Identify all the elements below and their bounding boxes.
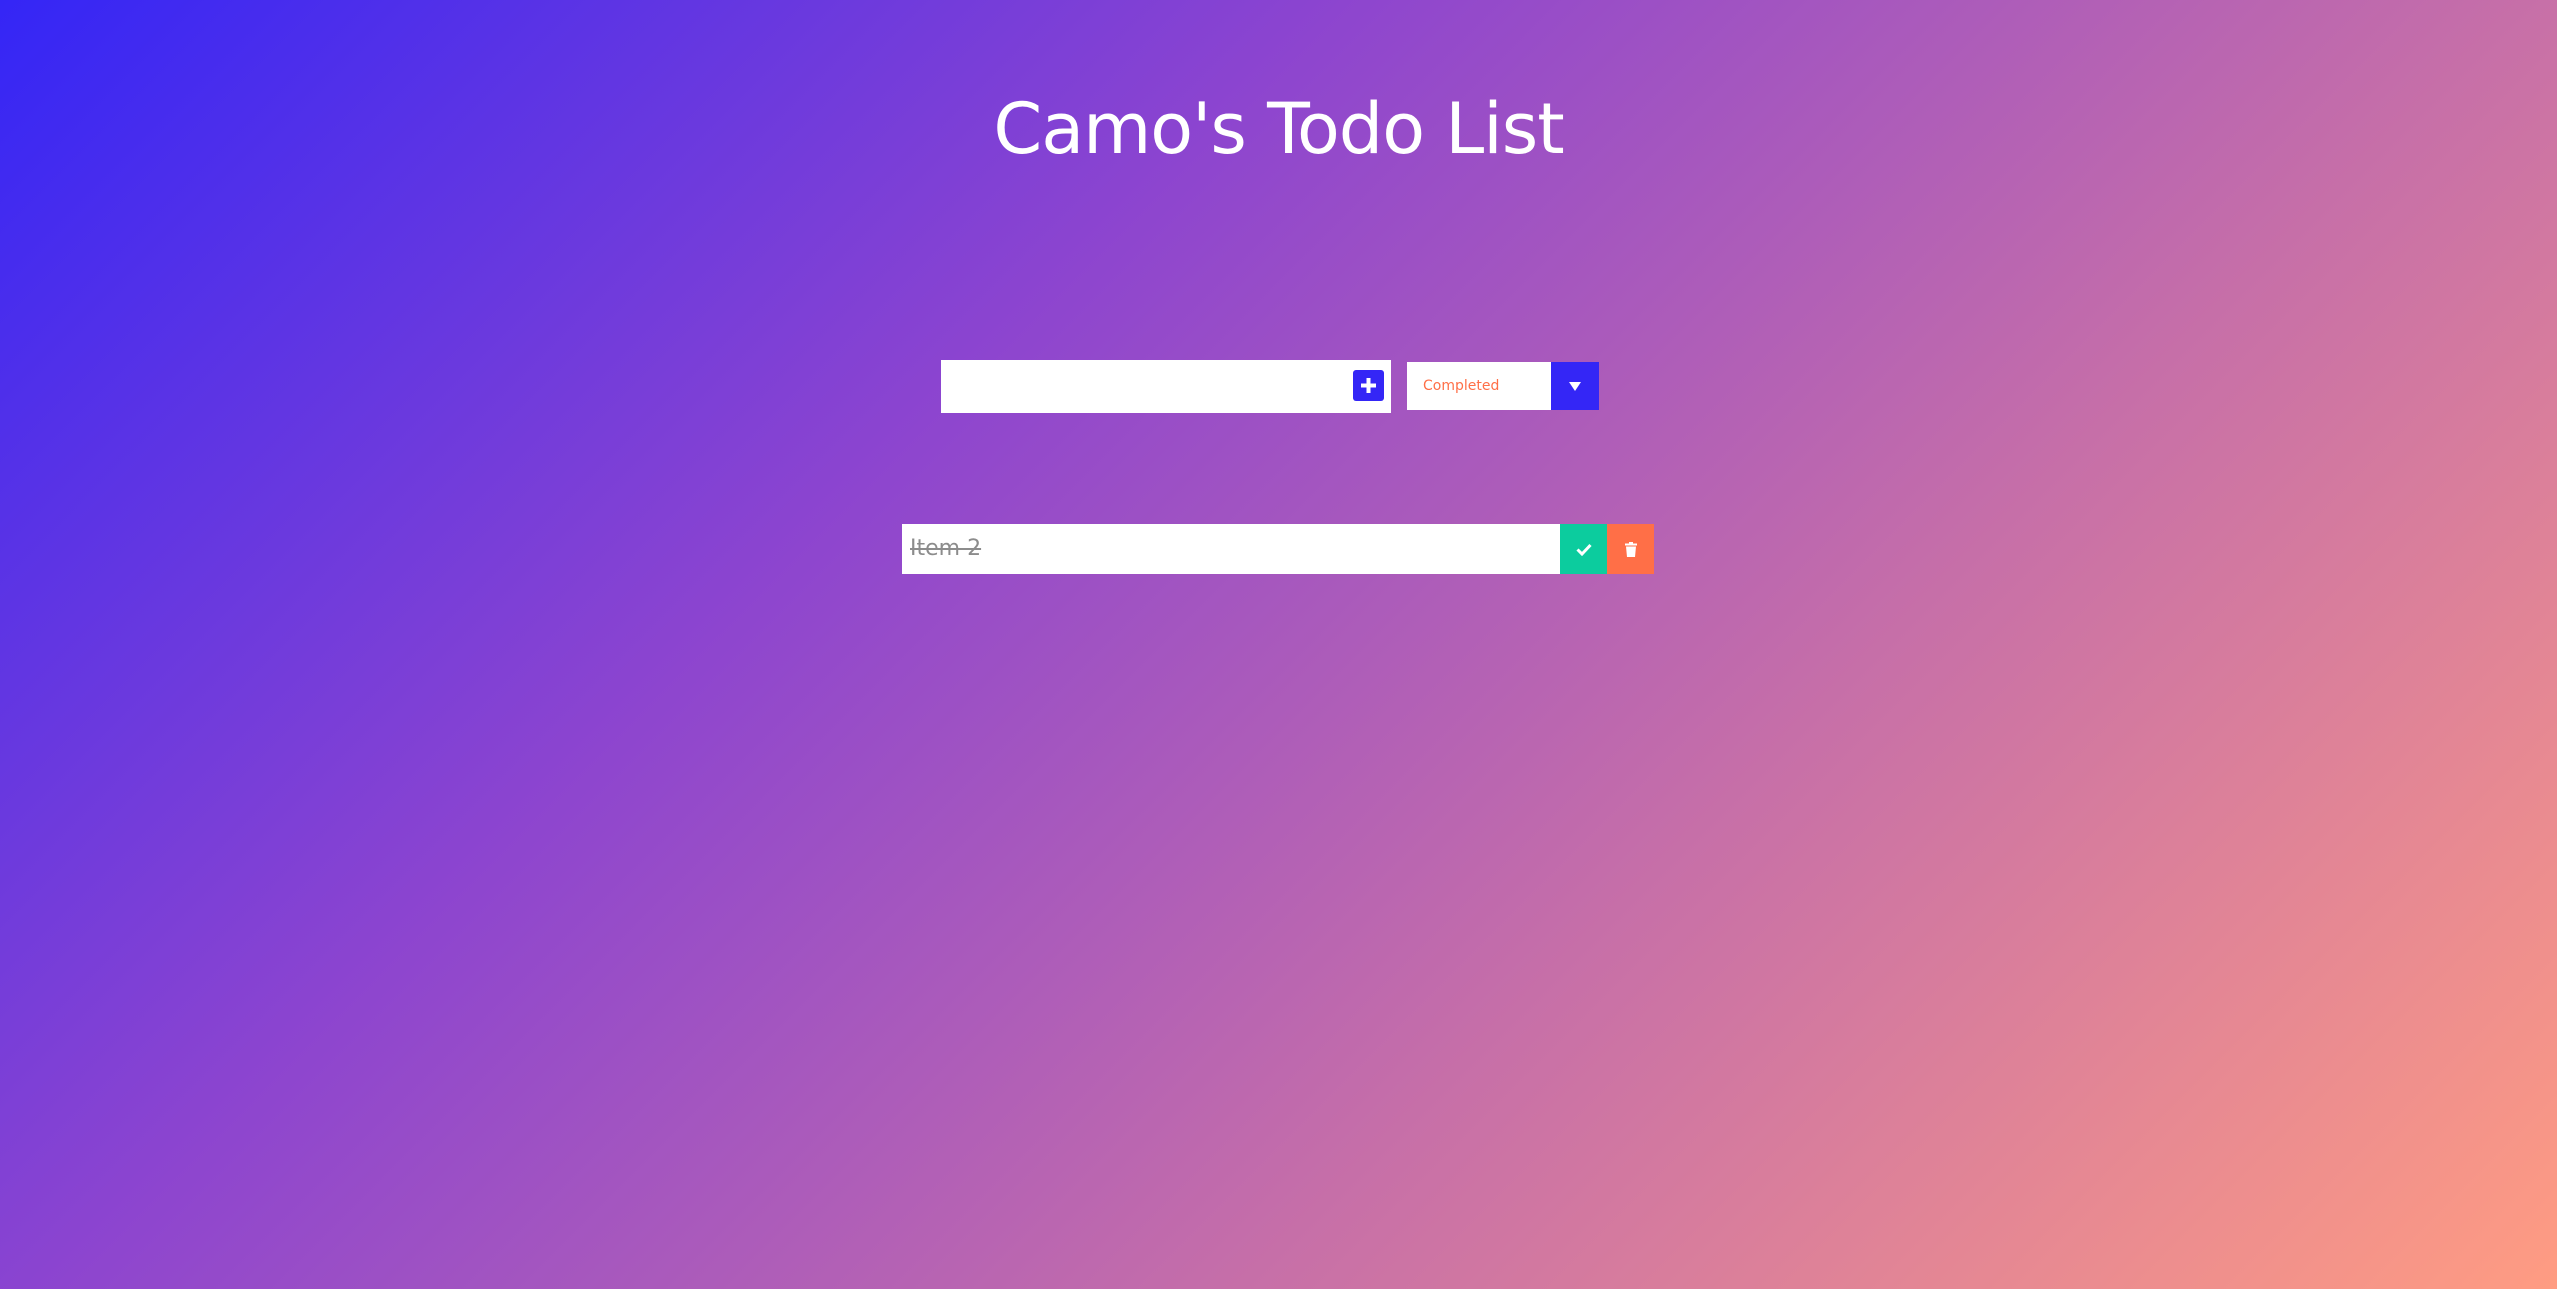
add-todo-button[interactable] (1353, 370, 1384, 401)
caret-down-icon (1569, 382, 1581, 391)
todo-input[interactable] (941, 360, 1391, 413)
complete-button[interactable] (1560, 524, 1607, 574)
page-title: Camo's Todo List (993, 88, 1564, 170)
filter-dropdown-button[interactable] (1551, 362, 1599, 410)
todo-list: Item 2 (902, 524, 1654, 574)
trash-icon (1624, 541, 1637, 557)
todo-item: Item 2 (902, 524, 1654, 574)
plus-square-icon (1361, 378, 1376, 393)
delete-button[interactable] (1607, 524, 1654, 574)
todo-form (941, 360, 1399, 413)
check-icon (1575, 543, 1592, 556)
todo-item-text: Item 2 (902, 524, 1560, 574)
filter-selected-value[interactable]: Completed (1407, 362, 1551, 410)
filter-select[interactable]: Completed (1407, 362, 1599, 410)
